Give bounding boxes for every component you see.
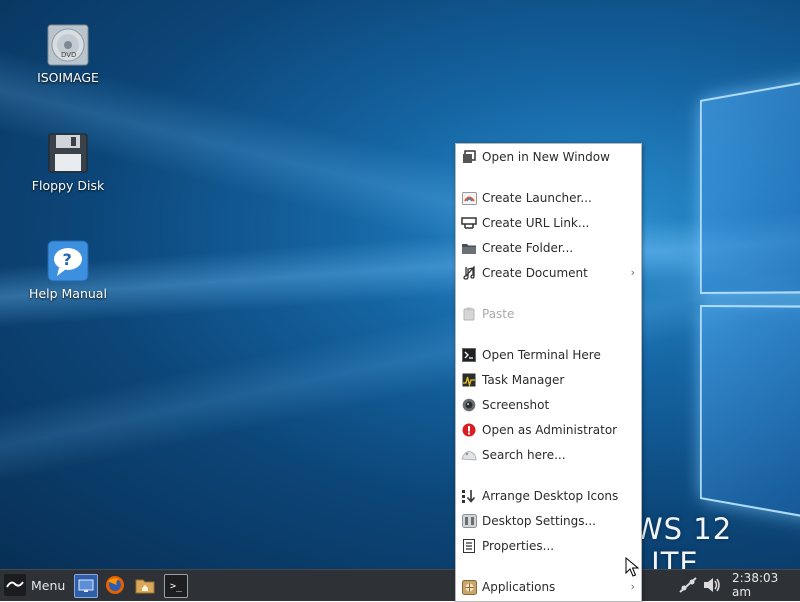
folder-icon [461, 240, 477, 256]
menu-item-open-new-window[interactable]: Open in New Window [456, 146, 641, 168]
start-menu-button[interactable]: Menu [4, 574, 65, 596]
menu-item-applications[interactable]: Applications › [456, 576, 641, 598]
home-folder-icon [135, 579, 155, 594]
firefox-launcher[interactable] [104, 574, 126, 596]
taskbar: Menu >_ 2:38:03 am [0, 569, 800, 601]
file-manager-launcher[interactable] [134, 574, 156, 596]
warning-icon [461, 422, 477, 438]
network-tray-button[interactable] [678, 574, 698, 596]
volume-icon [704, 578, 720, 592]
launcher-icon [461, 190, 477, 206]
url-link-icon [461, 215, 477, 231]
menu-item-open-as-administrator[interactable]: Open as Administrator [456, 419, 641, 441]
show-desktop-launcher[interactable] [74, 574, 98, 598]
arrange-icon [461, 488, 477, 504]
floppy-disk-icon [47, 132, 89, 174]
menu-item-open-terminal[interactable]: Open Terminal Here [456, 344, 641, 366]
submenu-arrow-icon: › [630, 580, 635, 593]
firefox-icon [106, 576, 124, 594]
desktop-context-menu: Open in New Window Create Launcher... Cr… [455, 143, 642, 602]
desktop-icon-label: ISOIMAGE [37, 70, 99, 85]
svg-text:DVD: DVD [61, 51, 76, 59]
desktop-icon-floppy[interactable]: Floppy Disk [18, 132, 118, 193]
menu-item-desktop-settings[interactable]: Desktop Settings... [456, 510, 641, 532]
menu-item-screenshot[interactable]: Screenshot [456, 394, 641, 416]
menu-item-paste[interactable]: Paste [456, 303, 641, 325]
clock[interactable]: 2:38:03 am [732, 571, 800, 599]
menu-item-create-url-link[interactable]: Create URL Link... [456, 212, 641, 234]
help-question-icon: ? [47, 240, 89, 282]
menu-item-create-launcher[interactable]: Create Launcher... [456, 187, 641, 209]
submenu-arrow-icon: › [630, 266, 635, 279]
terminal-icon [461, 347, 477, 363]
svg-text:?: ? [63, 250, 72, 269]
windows-logo-graphic [700, 77, 800, 522]
menu-item-arrange-desktop-icons[interactable]: Arrange Desktop Icons [456, 485, 641, 507]
menu-item-create-folder[interactable]: Create Folder... [456, 237, 641, 259]
document-icon [461, 265, 477, 281]
settings-icon [461, 513, 477, 529]
volume-tray-button[interactable] [702, 574, 722, 596]
menu-item-properties[interactable]: Properties... [456, 535, 641, 557]
task-manager-icon [461, 372, 477, 388]
desktop-icon-label: Help Manual [29, 286, 107, 301]
new-window-icon [461, 149, 477, 165]
menu-item-search-here[interactable]: Search here... [456, 444, 641, 466]
clipboard-icon [461, 306, 477, 322]
search-icon [461, 447, 477, 463]
desktop-wordmark: WS 12 LITE [634, 512, 733, 569]
terminal-launcher[interactable]: >_ [164, 574, 188, 598]
desktop-background[interactable]: WS 12 LITE DVD ISOIMAGE Floppy Disk ? He… [0, 0, 800, 569]
network-icon [679, 577, 697, 593]
desktop-icon-isoimage[interactable]: DVD ISOIMAGE [18, 24, 118, 85]
mouse-cursor-icon [625, 556, 640, 581]
camera-icon [461, 397, 477, 413]
menu-item-create-document[interactable]: Create Document › [456, 262, 641, 284]
terminal-icon: >_ [169, 580, 183, 592]
desktop-icon-help-manual[interactable]: ? Help Manual [18, 240, 118, 301]
properties-icon [461, 538, 477, 554]
start-menu-label: Menu [31, 577, 66, 593]
dvd-disc-icon: DVD [47, 24, 89, 66]
menu-item-task-manager[interactable]: Task Manager [456, 369, 641, 391]
desktop-icon [78, 579, 94, 592]
desktop-icon-label: Floppy Disk [31, 178, 105, 193]
applications-icon [461, 579, 477, 595]
start-menu-logo-icon [4, 574, 26, 596]
